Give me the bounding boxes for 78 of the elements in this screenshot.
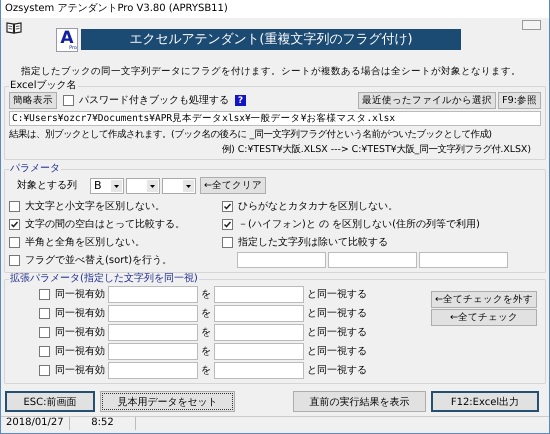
column-label: 対象とする列 [17, 180, 78, 192]
exclude-field[interactable] [328, 252, 417, 268]
option-label: ひらがなとカタカナを区別しない。 [238, 200, 398, 212]
option-label: 半角と全角を区別しない。 [25, 236, 145, 248]
caret-icon[interactable] [147, 180, 158, 192]
option-label: 同一視有効 [55, 346, 105, 358]
status-text: 8:52 [70, 417, 136, 430]
option-label: 同一視有効 [55, 364, 105, 376]
path-field[interactable]: C:¥Users¥ozcr7¥Documents¥APR見本データxlsx¥一般データ¥お客様マスタ.xlsx [9, 111, 541, 126]
banner-title: エクセルアテンダント(重複文字列のフラグ付け) [81, 29, 461, 50]
checkbox[interactable] [39, 289, 50, 300]
connector-text: を [201, 364, 211, 376]
option-label: 同一視有効 [55, 288, 105, 300]
target-field[interactable] [214, 362, 304, 379]
checkbox[interactable] [39, 327, 50, 338]
target-field[interactable] [214, 343, 304, 360]
option-label: －(ハイフォン)と の を区別しない(住所の列等で利用) [238, 218, 480, 230]
suffix-text: と同一視する [307, 308, 367, 320]
checkbox[interactable] [63, 95, 74, 106]
status-text: 2018/01/27 [1, 417, 70, 430]
source-field[interactable] [108, 305, 198, 322]
check-all-button[interactable]: ←全てチェック [431, 309, 537, 326]
footer-button[interactable]: 直前の実行結果を表示 [293, 391, 426, 412]
checkbox[interactable] [222, 219, 233, 230]
source-field[interactable] [108, 362, 198, 379]
connector-text: を [201, 346, 211, 358]
checkbox[interactable] [9, 201, 20, 212]
description-text: 指定したブックの同一文字列データにフラグを付けます。シートが複数ある場合は全シートが対象となります。 [20, 65, 522, 79]
target-field[interactable] [214, 286, 304, 303]
window-title: Ozsystem アテンダントPro V3.80 (APRYSB11) [5, 3, 228, 15]
example-text: 例) C:¥TEST¥大阪.XLSX ---> C:¥TEST¥大阪_同一文字列フラグ付.XLSX) [221, 144, 532, 156]
group-legend: パラメータ [9, 163, 61, 175]
column-dropdown[interactable]: B [90, 178, 124, 194]
exclude-field[interactable] [237, 252, 326, 268]
suffix-text: と同一視する [307, 346, 367, 358]
checkbox[interactable] [39, 365, 50, 376]
footer-button[interactable]: F12:Excel出力 [431, 391, 539, 412]
exclude-field[interactable] [419, 252, 508, 268]
target-field[interactable] [214, 305, 304, 322]
connector-text: を [201, 288, 211, 300]
option-label: 同一視有効 [55, 308, 105, 320]
caret-icon[interactable] [183, 180, 194, 192]
option-label: フラグで並べ替え(sort)を行う。 [25, 254, 172, 266]
suffix-text: と同一視する [307, 326, 367, 338]
target-field[interactable] [214, 324, 304, 341]
connector-text: を [201, 308, 211, 320]
footer-button[interactable]: ESC:前画面 [5, 391, 95, 412]
book-icon[interactable] [6, 21, 22, 34]
checkbox[interactable] [222, 201, 233, 212]
group-legend: 拡張パラメータ(指定した文字列を同一視) [9, 273, 199, 285]
checkbox-label: パスワード付きブックも処理する [79, 94, 229, 106]
help-badge[interactable]: ? [235, 95, 246, 106]
option-label: 指定した文字列は除いて比較する [238, 236, 388, 248]
summary-button[interactable]: 簡略表示 [9, 92, 57, 109]
caret-icon[interactable] [111, 180, 122, 192]
checkbox[interactable] [222, 237, 233, 248]
uncheck-all-button[interactable]: ←全てチェックを外す [431, 291, 537, 308]
footer-button[interactable]: 見本用データをセット [100, 391, 235, 412]
minimize-button[interactable] [522, 20, 541, 30]
source-field[interactable] [108, 343, 198, 360]
suffix-text: と同一視する [307, 288, 367, 300]
option-label: 同一視有効 [55, 326, 105, 338]
recent-files-button[interactable]: 最近使ったファイルから選択 [358, 92, 496, 109]
checkbox[interactable] [9, 255, 20, 266]
connector-text: を [201, 326, 211, 338]
checkbox[interactable] [9, 237, 20, 248]
browse-button[interactable]: F9:参照 [498, 92, 541, 109]
source-field[interactable] [108, 324, 198, 341]
checkbox[interactable] [39, 308, 50, 319]
checkbox[interactable] [39, 346, 50, 357]
option-label: 大文字と小文字を区別しない。 [25, 200, 165, 212]
group-legend: Excelブック名 [9, 80, 78, 92]
result-note: 結果は、別ブックとして作成されます。(ブック名の後ろに _同一文字列フラグ付という名前がついたブックとして作成) [9, 129, 493, 141]
suffix-text: と同一視する [307, 364, 367, 376]
option-label: 文字の間の空白はとって比較する。 [25, 218, 185, 230]
clear-all-button[interactable]: ←全てクリア [200, 177, 266, 194]
checkbox[interactable] [9, 219, 20, 230]
source-field[interactable] [108, 286, 198, 303]
